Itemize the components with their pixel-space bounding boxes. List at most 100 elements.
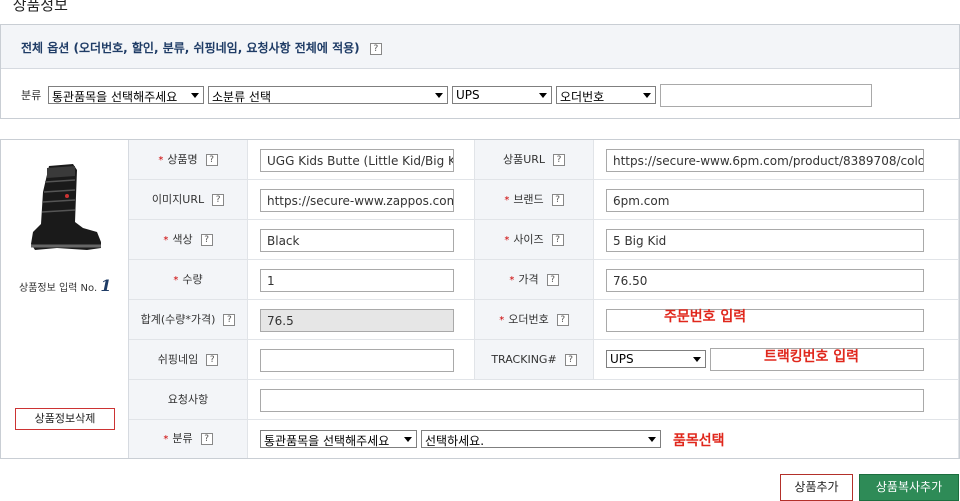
- order-number-hint: 주문번호 입력: [664, 309, 747, 325]
- price-label: 가격: [518, 273, 539, 286]
- product-name-input[interactable]: UGG Kids Butte (Little Kid/Big Kid: [260, 149, 454, 172]
- required-mark: *: [163, 235, 169, 246]
- help-icon[interactable]: ?: [223, 314, 236, 326]
- shipname-label: 쉬핑네임: [157, 353, 199, 366]
- order-number-input[interactable]: [606, 309, 924, 332]
- item-panel: 상품정보 입력 No. 1 상품정보삭제 * 상품명? UGG Kids Butt…: [0, 139, 960, 459]
- global-category-select[interactable]: 통관품목을 선택해주세요: [48, 86, 204, 104]
- url-label: 상품URL: [502, 153, 546, 166]
- global-subcategory-select-value: 소분류 선택: [212, 90, 272, 104]
- brand-label-cell: * 브랜드?: [475, 180, 594, 220]
- image-url-value-cell: https://secure-www.zappos.com/im: [248, 180, 475, 220]
- global-heading-text: 전체 옵션 (오더번호, 할인, 분류, 쉬핑네임, 요청사항 전체에 적용): [21, 41, 360, 55]
- shipname-label-cell: 쉬핑네임?: [129, 340, 248, 380]
- item-number-label-text: 상품정보 입력 No.: [19, 283, 98, 294]
- item-subcategory-select-value: 선택하세요.: [425, 434, 485, 448]
- shipping-name-input[interactable]: [260, 349, 454, 372]
- chevron-down-icon: [539, 93, 547, 98]
- required-mark: *: [499, 315, 505, 326]
- global-order-input[interactable]: [660, 84, 872, 107]
- name-label: 상품명: [167, 153, 198, 166]
- size-value-cell: 5 Big Kid: [594, 220, 959, 260]
- url-value-cell: https://secure-www.6pm.com/product/83897…: [594, 140, 959, 180]
- color-label-cell: * 색상?: [129, 220, 248, 260]
- product-image: [31, 164, 101, 250]
- brand-input[interactable]: 6pm.com: [606, 189, 924, 212]
- help-icon[interactable]: ?: [556, 314, 569, 326]
- global-order-select[interactable]: 오더번호: [556, 86, 656, 104]
- delete-item-button[interactable]: 상품정보삭제: [15, 408, 115, 430]
- help-icon[interactable]: ?: [551, 234, 564, 246]
- category-hint: 품목선택: [673, 433, 725, 449]
- copy-add-item-button[interactable]: 상품복사추가: [859, 474, 959, 501]
- tracking-carrier-value: UPS: [610, 352, 634, 366]
- help-icon[interactable]: ?: [546, 274, 559, 286]
- item-category-select[interactable]: 통관품목을 선택해주세요: [260, 430, 417, 448]
- page-title: • 상품정보: [0, 0, 68, 15]
- order-value-cell: 주문번호 입력: [594, 300, 959, 340]
- price-label-cell: * 가격?: [475, 260, 594, 300]
- tracking-label-cell: TRACKING#?: [475, 340, 594, 380]
- item-number-label: 상품정보 입력 No. 1: [19, 276, 112, 295]
- global-subcategory-select[interactable]: 소분류 선택: [208, 86, 448, 104]
- help-icon[interactable]: ?: [200, 433, 213, 445]
- qty-value-cell: 1: [248, 260, 475, 300]
- help-icon[interactable]: ?: [206, 354, 219, 366]
- required-mark: *: [504, 195, 510, 206]
- required-mark: *: [163, 434, 169, 445]
- request-label-cell: 요청사항: [129, 380, 248, 420]
- chevron-down-icon: [643, 93, 651, 98]
- item-category-value-cell: 통관품목을 선택해주세요 선택하세요. 품목선택: [248, 420, 959, 458]
- request-input[interactable]: [260, 389, 924, 412]
- size-input[interactable]: 5 Big Kid: [606, 229, 924, 252]
- color-input[interactable]: Black: [260, 229, 454, 252]
- item-number: 1: [100, 276, 112, 295]
- chevron-down-icon: [435, 93, 443, 98]
- qty-label: 수량: [182, 273, 203, 286]
- chevron-down-icon: [648, 437, 656, 442]
- help-icon[interactable]: ?: [551, 194, 564, 206]
- quantity-input[interactable]: 1: [260, 269, 454, 292]
- order-label: 오더번호: [508, 313, 549, 326]
- shipname-value-cell: [248, 340, 475, 380]
- product-url-input[interactable]: https://secure-www.6pm.com/product/83897…: [606, 149, 924, 172]
- chevron-down-icon: [404, 437, 412, 442]
- qty-label-cell: * 수량: [129, 260, 248, 300]
- total-output: 76.5: [260, 309, 454, 332]
- required-mark: *: [173, 275, 179, 286]
- help-icon[interactable]: ?: [205, 154, 218, 166]
- required-mark: *: [509, 275, 515, 286]
- help-icon[interactable]: ?: [200, 234, 213, 246]
- global-order-select-value: 오더번호: [560, 90, 605, 104]
- tracking-carrier-select[interactable]: UPS: [606, 350, 706, 368]
- total-label-cell: 합계(수량*가격)?: [129, 300, 248, 340]
- size-label-cell: * 사이즈?: [475, 220, 594, 260]
- chevron-down-icon: [191, 93, 199, 98]
- global-carrier-select[interactable]: UPS: [452, 86, 552, 104]
- brand-value-cell: 6pm.com: [594, 180, 959, 220]
- tracking-label: TRACKING#: [491, 353, 557, 366]
- help-icon[interactable]: ?: [564, 354, 577, 366]
- name-label-cell: * 상품명?: [129, 140, 248, 180]
- global-options-heading: 전체 옵션 (오더번호, 할인, 분류, 쉬핑네임, 요청사항 전체에 적용) …: [1, 25, 959, 69]
- help-icon[interactable]: ?: [212, 194, 225, 206]
- request-value-cell: [248, 380, 959, 420]
- order-label-cell: * 오더번호?: [475, 300, 594, 340]
- add-item-button[interactable]: 상품추가: [780, 474, 853, 501]
- url-label-cell: 상품URL?: [475, 140, 594, 180]
- total-label: 합계(수량*가격): [140, 313, 216, 326]
- item-category-label: 분류: [172, 432, 193, 445]
- global-options-row: 분류 통관품목을 선택해주세요 소분류 선택 UPS 오더번호: [1, 69, 959, 118]
- global-category-select-value: 통관품목을 선택해주세요: [52, 90, 178, 104]
- price-input[interactable]: 76.50: [606, 269, 924, 292]
- item-category-label-cell: * 분류?: [129, 420, 248, 458]
- help-icon[interactable]: ?: [553, 154, 566, 166]
- color-label: 색상: [172, 233, 193, 246]
- tracking-value-cell: UPS 트랙킹번호 입력: [594, 340, 959, 380]
- item-subcategory-select[interactable]: 선택하세요.: [421, 430, 661, 448]
- global-options-panel: 전체 옵션 (오더번호, 할인, 분류, 쉬핑네임, 요청사항 전체에 적용) …: [0, 24, 960, 119]
- global-category-label: 분류: [21, 89, 42, 102]
- image-url-label: 이미지URL: [151, 193, 205, 206]
- image-url-input[interactable]: https://secure-www.zappos.com/im: [260, 189, 454, 212]
- help-icon[interactable]: ?: [369, 42, 382, 55]
